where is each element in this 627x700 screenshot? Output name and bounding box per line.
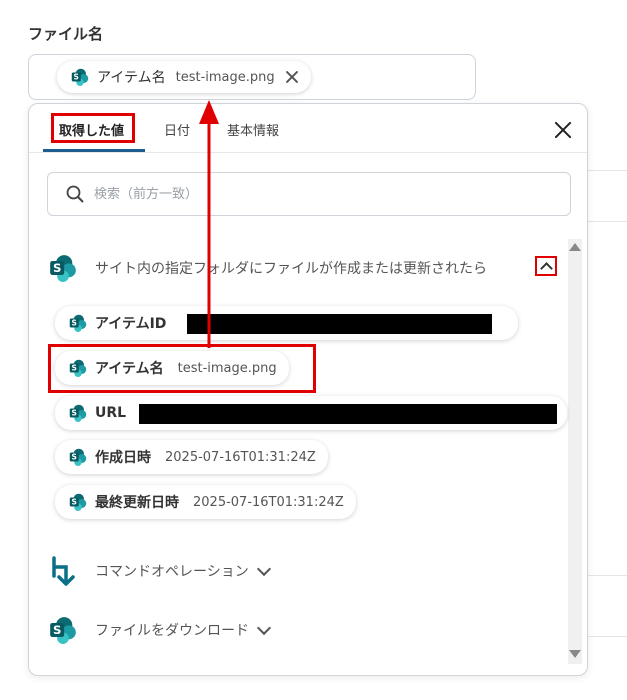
annotation-arrow [199, 100, 219, 348]
